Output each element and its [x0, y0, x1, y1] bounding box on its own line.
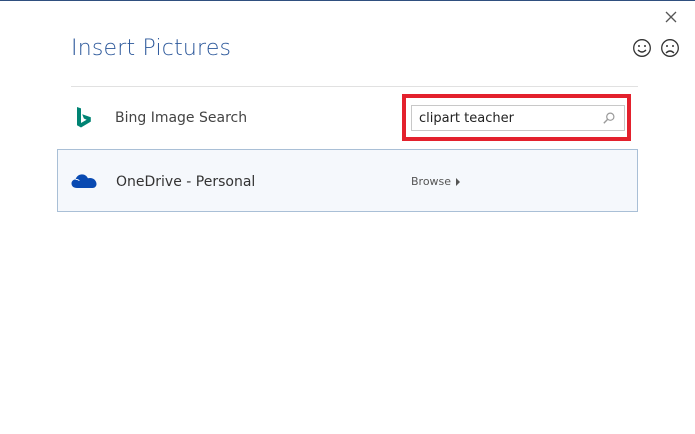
bing-search-box	[411, 105, 625, 131]
onedrive-cloud-icon	[71, 174, 97, 188]
frown-icon	[661, 39, 679, 57]
insert-pictures-dialog: Insert Pictures Bing Image Search clipar…	[0, 0, 695, 434]
bing-image-search-row: Bing Image Search	[57, 94, 638, 146]
browse-label: Browse	[411, 175, 452, 188]
bing-search-input[interactable]	[412, 106, 599, 130]
smile-icon	[633, 39, 651, 57]
send-frown-button[interactable]	[660, 38, 680, 58]
send-smile-button[interactable]	[632, 38, 652, 58]
bing-image-search-label: Bing Image Search	[115, 110, 248, 126]
bing-logo-icon	[77, 107, 91, 128]
header-divider	[71, 86, 638, 87]
browse-button[interactable]: Browse	[411, 175, 461, 188]
close-icon	[665, 11, 677, 23]
onedrive-personal-label: OneDrive - Personal	[116, 174, 256, 190]
dialog-title: Insert Pictures	[71, 36, 232, 61]
close-button[interactable]	[661, 7, 681, 27]
search-icon[interactable]	[602, 111, 616, 125]
onedrive-personal-row[interactable]: OneDrive - Personal Browse	[57, 149, 638, 212]
chevron-right-icon	[456, 177, 461, 186]
feedback-buttons	[632, 38, 680, 58]
